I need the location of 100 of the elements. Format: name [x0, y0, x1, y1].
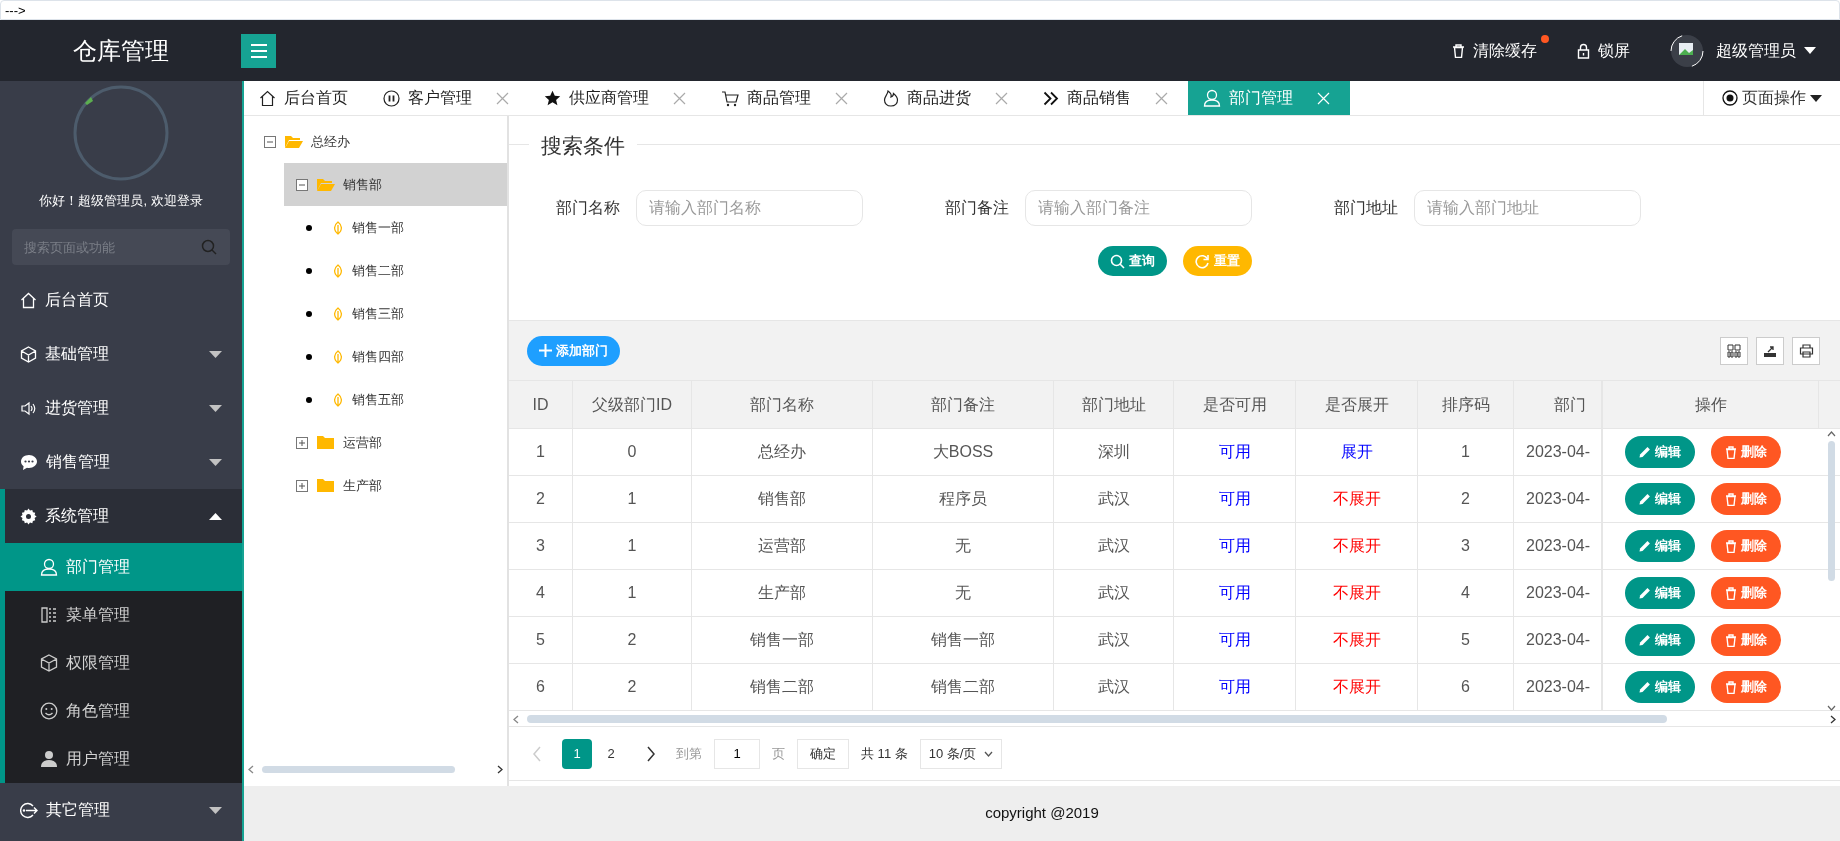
page-button[interactable]: 2 [596, 738, 626, 769]
table-cell: 2 [573, 664, 692, 710]
scroll-right-icon[interactable] [497, 764, 503, 774]
expand-icon[interactable] [296, 479, 308, 492]
menu-list-icon [40, 606, 58, 624]
sidebar-subitem[interactable]: 角色管理 [5, 687, 242, 735]
sidebar-item[interactable]: 后台首页 [0, 273, 242, 327]
trash-icon [1725, 633, 1737, 647]
page-button[interactable]: 1 [562, 738, 592, 769]
table-cell: 销售一部 [692, 617, 873, 663]
tab[interactable]: 商品销售 [1028, 81, 1188, 115]
tree-node[interactable]: 运营部 [284, 421, 507, 464]
sidebar-item[interactable]: 其它管理 [0, 783, 242, 837]
table-cell: 销售一部 [873, 617, 1054, 663]
print-button[interactable] [1792, 336, 1820, 365]
close-icon[interactable] [835, 91, 848, 105]
page-input[interactable]: 1 [714, 738, 760, 769]
star-icon [544, 89, 561, 107]
grid-icon [1727, 343, 1741, 358]
query-button[interactable]: 查询 [1097, 246, 1167, 276]
edit-button[interactable]: 编辑 [1625, 624, 1695, 656]
tree-node[interactable]: 总经办 [264, 120, 507, 163]
scroll-left-icon[interactable] [513, 714, 519, 724]
sidebar-item[interactable]: 基础管理 [0, 327, 242, 381]
lock-screen-button[interactable]: 锁屏 [1577, 38, 1630, 63]
input-field[interactable]: 请输入部门地址 [1414, 190, 1641, 226]
columns-button[interactable] [1720, 336, 1748, 365]
field-label: 部门名称 [556, 198, 620, 218]
table-cell: 可用 [1174, 429, 1296, 475]
lock-icon [1577, 42, 1590, 59]
scrollbar-thumb[interactable] [1827, 441, 1835, 581]
clear-cache-button[interactable]: 清除缓存 [1452, 38, 1537, 63]
page-operations-menu[interactable]: 页面操作 [1703, 81, 1840, 115]
collapse-icon[interactable] [296, 178, 308, 191]
menu-button[interactable] [241, 33, 276, 68]
scroll-up-icon[interactable] [1826, 431, 1836, 437]
table-cell: 0 [573, 429, 692, 475]
sidebar-item[interactable]: 进货管理 [0, 381, 242, 435]
edit-button[interactable]: 编辑 [1625, 436, 1695, 468]
close-icon[interactable] [995, 91, 1008, 105]
cube-icon [40, 654, 58, 672]
sidebar-subitem[interactable]: 用户管理 [5, 735, 242, 783]
user-menu[interactable]: 超级管理员 [1716, 38, 1816, 63]
input-field[interactable]: 请输入部门名称 [636, 190, 863, 226]
table-cell: 可用 [1174, 476, 1296, 522]
table-cell: 1 [509, 429, 573, 475]
trash-icon [1725, 539, 1737, 553]
column-header: 部门地址 [1054, 381, 1174, 428]
sidebar-subitem[interactable]: 部门管理 [5, 543, 242, 591]
scrollbar-thumb[interactable] [262, 765, 455, 773]
tree-node[interactable]: 销售五部 [306, 378, 507, 421]
edit-button[interactable]: 编辑 [1625, 530, 1695, 562]
export-button[interactable] [1756, 336, 1784, 365]
tree-node[interactable]: 销售一部 [306, 206, 507, 249]
collapse-icon[interactable] [264, 135, 276, 148]
next-page-icon[interactable] [646, 745, 656, 762]
table-cell: 无 [873, 523, 1054, 569]
scroll-left-icon[interactable] [248, 764, 254, 774]
edit-button[interactable]: 编辑 [1625, 671, 1695, 703]
tab[interactable]: 后台首页 [244, 81, 368, 115]
tab[interactable]: 商品管理 [706, 81, 868, 115]
close-icon[interactable] [673, 91, 686, 105]
expand-icon[interactable] [296, 436, 308, 449]
scroll-down-icon[interactable] [1826, 705, 1836, 711]
sidebar-item[interactable]: 系统管理 [5, 489, 242, 543]
edit-button[interactable]: 编辑 [1625, 577, 1695, 609]
pencil-icon [1639, 587, 1651, 599]
close-icon[interactable] [1155, 91, 1168, 105]
scroll-right-icon[interactable] [1830, 714, 1836, 724]
table-cell: 不展开 [1296, 570, 1418, 616]
close-icon[interactable] [496, 91, 509, 105]
tab[interactable]: 客户管理 [368, 81, 529, 115]
scrollbar-thumb[interactable] [527, 715, 1667, 723]
sidebar-subitem[interactable]: 菜单管理 [5, 591, 242, 639]
table-cell: 无 [873, 570, 1054, 616]
tree-node[interactable]: 销售二部 [306, 249, 507, 292]
input-field[interactable]: 请输入部门备注 [1025, 190, 1252, 226]
table-cell: 不展开 [1296, 664, 1418, 710]
folder-open-icon [316, 177, 335, 192]
tree-node[interactable]: 销售三部 [306, 292, 507, 335]
table-cell: 武汉 [1054, 523, 1174, 569]
bullet-icon [306, 267, 312, 274]
tab[interactable]: 商品进货 [868, 81, 1028, 115]
column-header: 排序码 [1418, 381, 1514, 428]
tree-node[interactable]: 销售四部 [306, 335, 507, 378]
user-icon [40, 558, 58, 576]
tree-node[interactable]: 生产部 [284, 464, 507, 507]
table-cell: 6 [1418, 664, 1514, 710]
sidebar-item[interactable]: 销售管理 [0, 435, 242, 489]
sidebar-subitem[interactable]: 权限管理 [5, 639, 242, 687]
table-cell: 可用 [1174, 570, 1296, 616]
leaf-icon [332, 349, 344, 364]
edit-button[interactable]: 编辑 [1625, 483, 1695, 515]
folder-open-icon [284, 134, 303, 149]
confirm-button[interactable]: 确定 [797, 738, 849, 769]
tab[interactable]: 供应商管理 [529, 81, 706, 115]
tree-node[interactable]: 销售部 [284, 163, 507, 206]
bullet-icon [306, 224, 312, 231]
page-size-select[interactable]: 10 条/页 [919, 738, 1003, 769]
table-cell: 1 [573, 523, 692, 569]
